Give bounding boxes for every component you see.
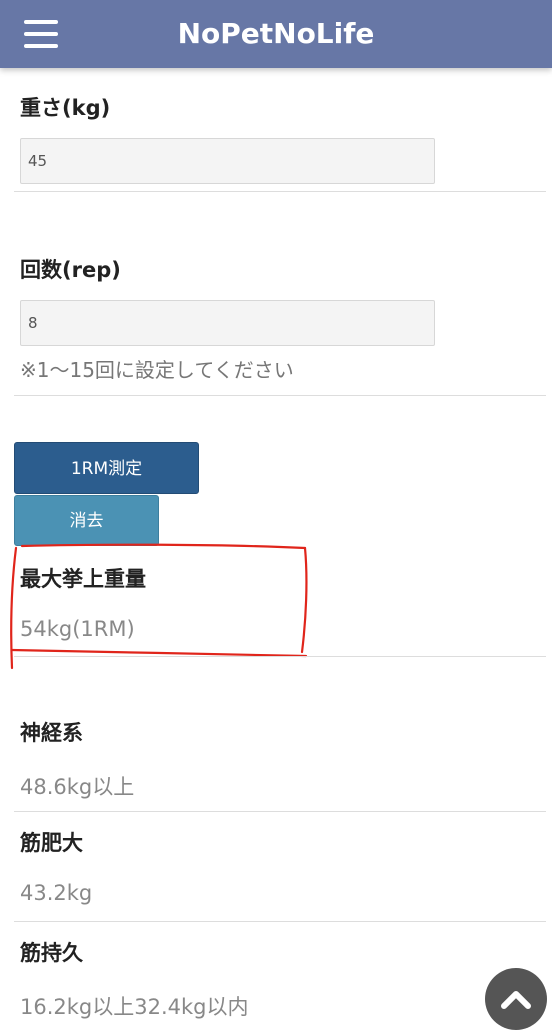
neural-value: 48.6kg以上 bbox=[20, 775, 135, 799]
hypertrophy-label: 筋肥大 bbox=[20, 831, 83, 855]
app-header: NoPetNoLife bbox=[0, 0, 552, 68]
endurance-value: 16.2kg以上32.4kg以内 bbox=[20, 995, 249, 1019]
divider bbox=[14, 811, 546, 812]
divider bbox=[14, 921, 546, 922]
reps-label: 回数(rep) bbox=[20, 258, 121, 282]
app-title: NoPetNoLife bbox=[177, 17, 375, 50]
red-highlight-annotation bbox=[10, 543, 308, 670]
hypertrophy-value: 43.2kg bbox=[20, 881, 93, 905]
divider bbox=[14, 656, 546, 657]
weight-label: 重さ(kg) bbox=[20, 96, 111, 120]
weight-input[interactable] bbox=[20, 138, 435, 184]
measure-1rm-button[interactable]: 1RM測定 bbox=[14, 442, 199, 494]
divider bbox=[14, 191, 546, 192]
reps-note: ※1〜15回に設定してください bbox=[20, 358, 294, 382]
divider bbox=[14, 395, 546, 396]
clear-button[interactable]: 消去 bbox=[14, 495, 159, 546]
scroll-to-top-button[interactable] bbox=[485, 968, 547, 1030]
neural-label: 神経系 bbox=[20, 721, 83, 745]
chevron-up-icon bbox=[501, 991, 531, 1009]
reps-input[interactable] bbox=[20, 300, 435, 346]
endurance-label: 筋持久 bbox=[20, 941, 83, 965]
